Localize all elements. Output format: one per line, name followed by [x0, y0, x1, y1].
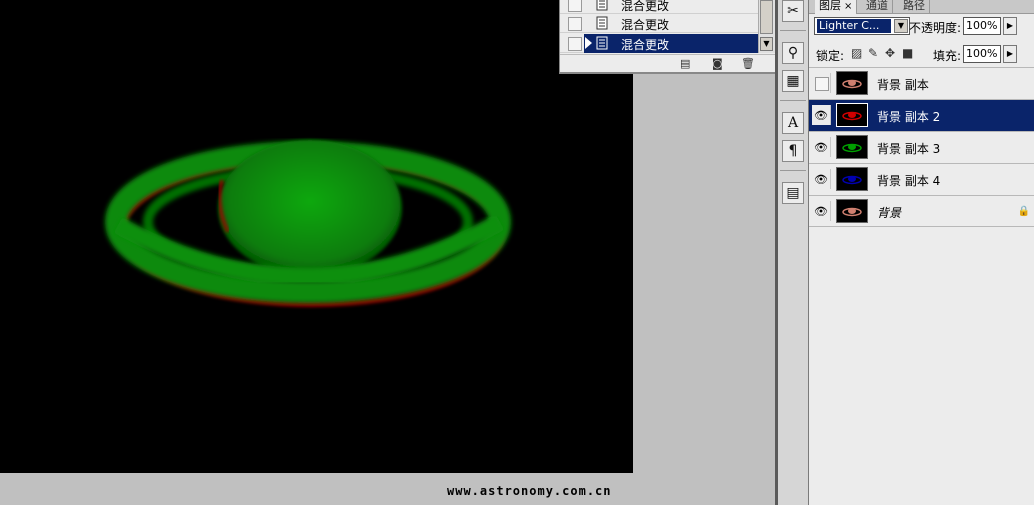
layer-name[interactable]: 背景 副本 4: [877, 172, 940, 189]
trash-icon[interactable]: 🗑: [741, 57, 755, 70]
panel-dock-strip: ✂ ⚲ ▦ A ¶ ▤: [778, 0, 809, 505]
tool-preset-icon[interactable]: ▦: [782, 70, 804, 92]
history-item-selected[interactable]: 混合更改: [560, 34, 758, 53]
history-selection-highlight: 混合更改: [584, 34, 758, 53]
history-item[interactable]: 混合更改: [560, 14, 758, 33]
layer-row[interactable]: 👁 背景 副本 4: [809, 163, 1034, 195]
brush-icon[interactable]: ✂: [782, 0, 804, 22]
layer-row-selected[interactable]: 👁 背景 副本 2: [809, 99, 1034, 131]
divider: [780, 100, 806, 101]
history-item[interactable]: 混合更改: [560, 0, 758, 14]
history-step-icon: [596, 16, 608, 30]
tab-channels[interactable]: 通道: [862, 0, 893, 13]
stamp-icon[interactable]: ⚲: [782, 42, 804, 64]
eye-icon[interactable]: 👁: [814, 205, 828, 218]
layer-name[interactable]: 背景 副本 3: [877, 140, 940, 157]
close-icon[interactable]: ×: [844, 1, 852, 12]
scroll-down-arrow-icon[interactable]: ▼: [760, 37, 773, 51]
history-step-icon: [596, 36, 608, 50]
opacity-slider-arrow-icon[interactable]: ▶: [1003, 17, 1017, 35]
character-icon[interactable]: A: [782, 112, 804, 134]
visibility-toggle[interactable]: [812, 73, 831, 93]
history-item-label: 混合更改: [621, 38, 670, 52]
layer-name[interactable]: 背景 副本 2: [877, 108, 940, 125]
saturn-thumbnail-icon: [842, 79, 862, 89]
lock-transparency-icon[interactable]: ▨: [851, 46, 862, 60]
visibility-toggle[interactable]: 👁: [812, 137, 831, 157]
layer-row[interactable]: 背景 副本: [809, 67, 1034, 99]
lock-pixels-icon[interactable]: ✎: [868, 46, 878, 60]
layer-thumbnail: [836, 71, 868, 95]
camera-icon[interactable]: ◙: [712, 57, 723, 70]
history-step-icon: [596, 0, 608, 11]
tab-label: 通道: [866, 0, 888, 12]
lock-icon: 🔒: [1017, 206, 1030, 217]
layer-thumbnail: [836, 199, 868, 223]
layer-thumbnail: [836, 167, 868, 191]
history-scrollbar[interactable]: ▼: [758, 0, 775, 53]
saturn-thumbnail-icon: [842, 175, 862, 185]
opacity-input[interactable]: 100%: [963, 17, 1001, 35]
layer-comps-icon[interactable]: ▤: [782, 182, 804, 204]
divider: [780, 170, 806, 171]
eye-icon[interactable]: 👁: [814, 173, 828, 186]
blend-mode-value: Lighter C...: [817, 19, 891, 33]
lock-label: 锁定:: [816, 49, 845, 63]
document-canvas[interactable]: [0, 0, 633, 473]
watermark-text: www.astronomy.com.cn: [447, 484, 612, 498]
new-document-icon[interactable]: ▤: [680, 57, 690, 70]
tab-label: 路径: [903, 0, 925, 12]
layer-thumbnail: [836, 135, 868, 159]
history-snapshot-checkbox[interactable]: [568, 37, 582, 51]
visibility-empty-box[interactable]: [815, 77, 829, 91]
history-item-label: 混合更改: [621, 0, 670, 13]
layer-row[interactable]: 👁 背景 🔒: [809, 195, 1034, 227]
history-panel: 混合更改 混合更改 混合更改 ▼ ▤ ◙ 🗑: [559, 0, 776, 74]
visibility-toggle[interactable]: 👁: [812, 105, 831, 125]
tab-label: 图层: [819, 0, 841, 12]
fill-input[interactable]: 100%: [963, 45, 1001, 63]
blend-mode-select[interactable]: Lighter C... ▼: [814, 17, 910, 35]
panel-tabs: 图层 × 通道 路径: [809, 0, 1034, 14]
lock-position-icon[interactable]: ✥: [885, 46, 895, 60]
tab-layers[interactable]: 图层 ×: [815, 0, 858, 14]
opacity-label: 不透明度:: [909, 21, 962, 35]
chevron-down-icon[interactable]: ▼: [894, 19, 908, 33]
saturn-thumbnail-icon: [842, 207, 862, 217]
history-state-marker-icon[interactable]: [585, 37, 592, 49]
tab-paths[interactable]: 路径: [899, 0, 930, 13]
layer-name[interactable]: 背景: [877, 204, 901, 221]
eye-icon[interactable]: 👁: [814, 141, 828, 154]
layer-thumbnail: [836, 103, 868, 127]
visibility-toggle[interactable]: 👁: [812, 169, 831, 189]
history-snapshot-checkbox[interactable]: [568, 0, 582, 12]
history-item-label: 混合更改: [621, 18, 670, 32]
saturn-thumbnail-icon: [842, 143, 862, 153]
saturn-image: [105, 140, 511, 307]
visibility-toggle[interactable]: 👁: [812, 201, 831, 221]
history-footer: ▤ ◙ 🗑: [560, 54, 775, 72]
fill-label: 填充:: [933, 49, 962, 63]
layers-panel: 图层 × 通道 路径 Lighter C... ▼ 不透明度: 100% ▶ 锁定…: [809, 0, 1034, 505]
saturn-thumbnail-icon: [842, 111, 862, 121]
canvas-bottom-area: [0, 473, 775, 505]
scrollbar-thumb[interactable]: [760, 0, 773, 34]
paragraph-icon[interactable]: ¶: [782, 140, 804, 162]
divider: [780, 30, 806, 31]
fill-slider-arrow-icon[interactable]: ▶: [1003, 45, 1017, 63]
canvas-gray-area: [633, 74, 775, 473]
layer-name[interactable]: 背景 副本: [877, 76, 929, 93]
layer-row[interactable]: 👁 背景 副本 3: [809, 131, 1034, 163]
lock-all-icon[interactable]: ■: [902, 46, 913, 60]
eye-icon[interactable]: 👁: [814, 109, 828, 122]
history-snapshot-checkbox[interactable]: [568, 17, 582, 31]
